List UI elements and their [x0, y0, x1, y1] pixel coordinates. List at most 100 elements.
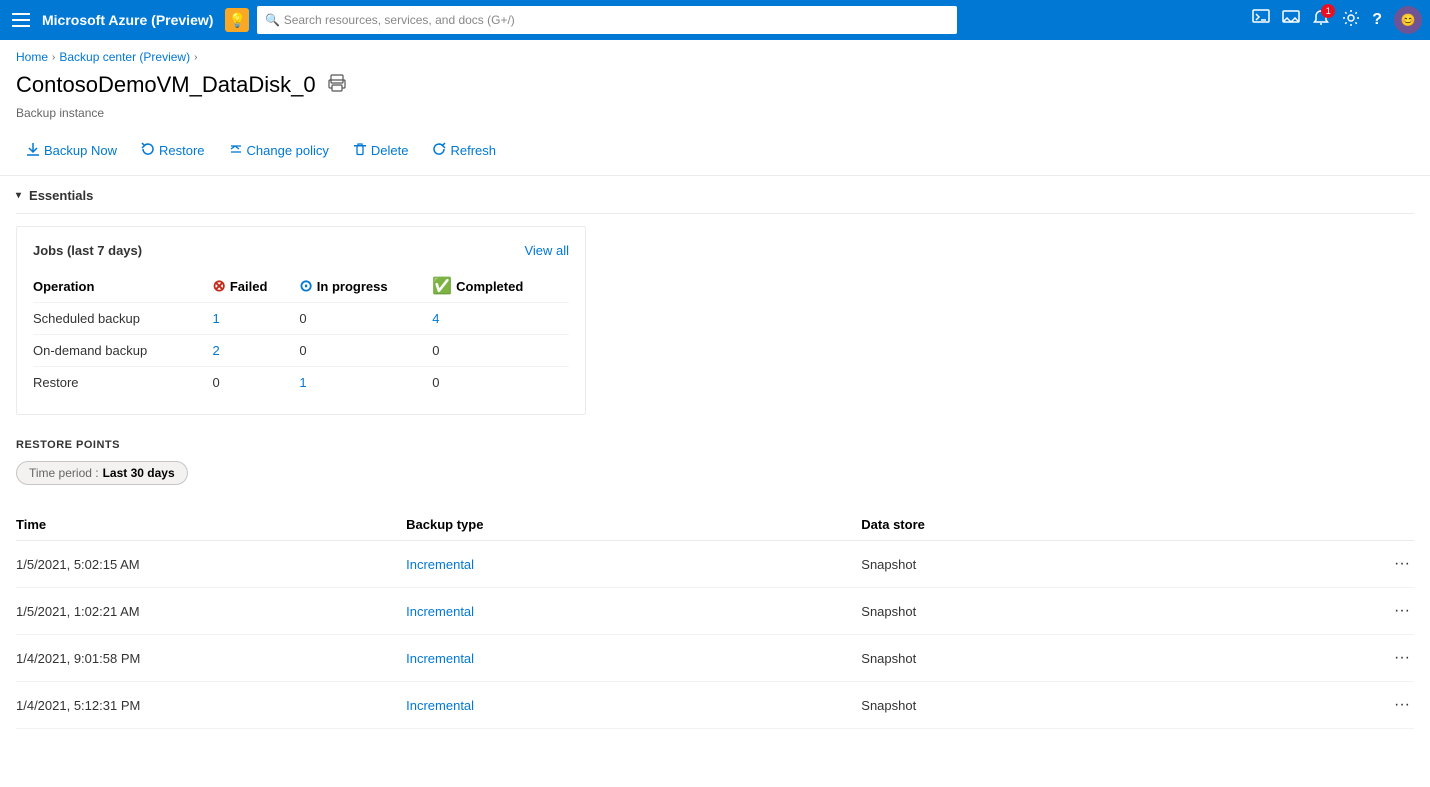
backup-now-icon: [26, 142, 40, 159]
time-period-label: Time period :: [29, 466, 99, 480]
essentials-chevron: ▾: [16, 190, 21, 201]
essentials-toggle[interactable]: ▾ Essentials: [16, 176, 1414, 214]
avatar[interactable]: 😊: [1394, 6, 1422, 34]
col-inprogress: ⊙ In progress: [299, 270, 432, 303]
breadcrumb-home[interactable]: Home: [16, 50, 48, 64]
restore-row-menu-button[interactable]: ···: [1390, 694, 1414, 716]
restore-time-cell: 1/5/2021, 1:02:21 AM: [16, 588, 406, 635]
jobs-failed-link[interactable]: 2: [212, 343, 219, 358]
jobs-table-row: On-demand backup200: [33, 335, 569, 367]
restore-table-row: 1/4/2021, 9:01:58 PMIncremental Snapshot ·…: [16, 635, 1414, 682]
feedback-icon[interactable]: [1282, 9, 1300, 32]
page-title: ContosoDemoVM_DataDisk_0: [16, 72, 316, 98]
restore-button[interactable]: Restore: [131, 136, 215, 165]
restore-col-type: Backup type: [406, 509, 861, 541]
search-icon: 🔍: [265, 13, 280, 27]
backup-now-label: Backup Now: [44, 143, 117, 158]
delete-button[interactable]: Delete: [343, 136, 419, 165]
restore-row-menu-button[interactable]: ···: [1390, 600, 1414, 622]
restore-table-row: 1/4/2021, 5:12:31 PMIncremental Snapshot ·…: [16, 682, 1414, 729]
jobs-completed-cell: 4: [432, 303, 569, 335]
delete-icon: [353, 142, 367, 159]
jobs-table: Operation ⊗ Failed ⊙ In progress: [33, 270, 569, 398]
breadcrumb: Home › Backup center (Preview) ›: [0, 40, 1430, 68]
backup-now-button[interactable]: Backup Now: [16, 136, 127, 165]
restore-actions-cell: ···: [1316, 541, 1414, 588]
help-icon[interactable]: ?: [1372, 11, 1382, 29]
restore-store-cell: Snapshot: [861, 541, 1316, 588]
hamburger-menu[interactable]: [8, 9, 34, 31]
jobs-failed-cell: 0: [212, 367, 299, 399]
toolbar: Backup Now Restore Change policy Delete …: [0, 130, 1430, 176]
restore-type-cell: Incremental: [406, 635, 861, 682]
jobs-inprogress-cell: 0: [299, 303, 432, 335]
restore-type-link[interactable]: Incremental: [406, 604, 474, 619]
restore-time-cell: 1/4/2021, 9:01:58 PM: [16, 635, 406, 682]
col-failed: ⊗ Failed: [212, 270, 299, 303]
jobs-completed-cell: 0: [432, 367, 569, 399]
restore-icon: [141, 142, 155, 159]
main-content: ▾ Essentials Jobs (last 7 days) View all…: [0, 176, 1430, 729]
restore-type-cell: Incremental: [406, 541, 861, 588]
change-policy-icon: [229, 142, 243, 159]
page-subtitle: Backup instance: [0, 106, 1430, 130]
terminal-icon[interactable]: [1252, 9, 1270, 32]
jobs-completed-link[interactable]: 4: [432, 311, 439, 326]
search-bar[interactable]: 🔍 Search resources, services, and docs (…: [257, 6, 957, 34]
restore-actions-cell: ···: [1316, 682, 1414, 729]
restore-table: Time Backup type Data store 1/5/2021, 5:…: [16, 509, 1414, 729]
jobs-inprogress-link[interactable]: 1: [299, 375, 306, 390]
jobs-card: Jobs (last 7 days) View all Operation ⊗ …: [16, 226, 586, 415]
col-operation: Operation: [33, 270, 212, 303]
col-completed: ✅ Completed: [432, 270, 569, 303]
inprogress-icon: ⊙: [299, 276, 312, 296]
restore-row-menu-button[interactable]: ···: [1390, 647, 1414, 669]
top-nav: Microsoft Azure (Preview) 💡 🔍 Search res…: [0, 0, 1430, 40]
change-policy-label: Change policy: [247, 143, 329, 158]
jobs-inprogress-cell: 0: [299, 335, 432, 367]
restore-store-cell: Snapshot: [861, 682, 1316, 729]
restore-label: Restore: [159, 143, 205, 158]
restore-col-store: Data store: [861, 509, 1316, 541]
breadcrumb-parent[interactable]: Backup center (Preview): [59, 50, 190, 64]
restore-row-menu-button[interactable]: ···: [1390, 553, 1414, 575]
notification-bell[interactable]: 1: [1312, 9, 1330, 32]
notification-badge: 1: [1321, 4, 1335, 18]
search-placeholder: Search resources, services, and docs (G+…: [284, 13, 515, 27]
page-header: ContosoDemoVM_DataDisk_0: [0, 68, 1430, 106]
jobs-inprogress-cell: 1: [299, 367, 432, 399]
jobs-table-row: Restore010: [33, 367, 569, 399]
refresh-label: Refresh: [450, 143, 496, 158]
restore-type-link[interactable]: Incremental: [406, 557, 474, 572]
change-policy-button[interactable]: Change policy: [219, 136, 339, 165]
restore-col-time: Time: [16, 509, 406, 541]
restore-type-link[interactable]: Incremental: [406, 651, 474, 666]
restore-store-cell: Snapshot: [861, 635, 1316, 682]
restore-type-link[interactable]: Incremental: [406, 698, 474, 713]
restore-table-row: 1/5/2021, 5:02:15 AMIncremental Snapshot ·…: [16, 541, 1414, 588]
jobs-header: Jobs (last 7 days) View all: [33, 243, 569, 258]
bulb-icon[interactable]: 💡: [225, 8, 249, 32]
settings-icon[interactable]: [1342, 9, 1360, 32]
time-period-filter[interactable]: Time period : Last 30 days: [16, 461, 188, 485]
breadcrumb-sep-1: ›: [52, 52, 55, 63]
delete-label: Delete: [371, 143, 409, 158]
refresh-icon: [432, 142, 446, 159]
breadcrumb-sep-2: ›: [194, 52, 197, 63]
restore-time-cell: 1/4/2021, 5:12:31 PM: [16, 682, 406, 729]
view-all-link[interactable]: View all: [524, 243, 569, 258]
failed-icon: ⊗: [212, 276, 225, 296]
restore-points-section: RESTORE POINTS Time period : Last 30 day…: [16, 439, 1414, 729]
time-period-value: Last 30 days: [103, 466, 175, 480]
restore-points-title: RESTORE POINTS: [16, 439, 1414, 451]
restore-actions-cell: ···: [1316, 588, 1414, 635]
essentials-label: Essentials: [29, 188, 93, 203]
jobs-operation-cell: Restore: [33, 367, 212, 399]
jobs-failed-cell: 1: [212, 303, 299, 335]
refresh-button[interactable]: Refresh: [422, 136, 506, 165]
jobs-failed-link[interactable]: 1: [212, 311, 219, 326]
print-icon[interactable]: [328, 74, 346, 97]
restore-store-cell: Snapshot: [861, 588, 1316, 635]
restore-time-cell: 1/5/2021, 5:02:15 AM: [16, 541, 406, 588]
restore-col-actions: [1316, 509, 1414, 541]
